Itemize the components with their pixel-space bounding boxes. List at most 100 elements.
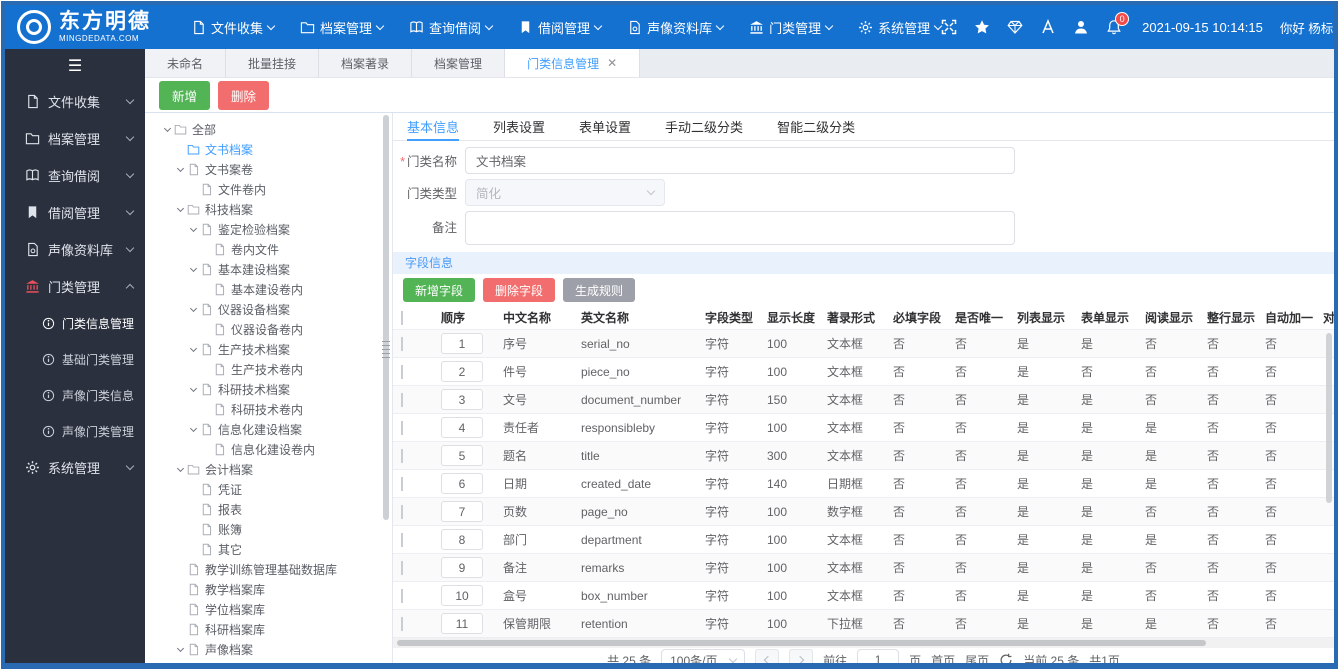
star-icon[interactable] xyxy=(974,19,990,35)
tree-item[interactable]: 卷内文件 xyxy=(145,239,392,259)
tree-item[interactable]: 声像档案 xyxy=(145,639,392,659)
tree-item[interactable]: 鉴定检验档案 xyxy=(145,219,392,239)
tree-item[interactable]: 科研技术档案 xyxy=(145,379,392,399)
prev-page-button[interactable] xyxy=(755,648,780,663)
order-input[interactable]: 1 xyxy=(441,333,483,354)
tree-expand-caret[interactable] xyxy=(174,644,187,652)
row-checkbox[interactable] xyxy=(401,336,403,351)
tree-expand-caret[interactable] xyxy=(187,384,200,392)
row-checkbox[interactable] xyxy=(401,616,403,631)
topbar-menu-media[interactable]: 声像资料库 xyxy=(627,18,725,37)
table-row[interactable]: 10 盒号 box_number 字符 100 文本框 否 否 是 是 否 否 否 xyxy=(393,582,1334,610)
category-type-select[interactable]: 简化 xyxy=(465,179,665,206)
tree-item[interactable]: 账簿 xyxy=(145,519,392,539)
sidebar-item-folder[interactable]: 档案管理 xyxy=(5,120,145,157)
detail-tab[interactable]: 基本信息 xyxy=(407,113,460,141)
tree-item[interactable]: 基本建设卷内 xyxy=(145,279,392,299)
open-tab[interactable]: 档案管理 xyxy=(412,49,506,77)
table-row[interactable]: 6 日期 created_date 字符 140 日期框 否 否 是 是 是 否 否 xyxy=(393,470,1334,498)
user-icon[interactable] xyxy=(1073,19,1089,35)
open-tab[interactable]: 门类信息管理 ✕ xyxy=(505,49,641,77)
column-header[interactable]: 中文名称 xyxy=(495,309,573,326)
column-header[interactable]: 表单显示 xyxy=(1073,309,1137,326)
order-input[interactable]: 8 xyxy=(441,529,483,550)
detail-tab[interactable]: 表单设置 xyxy=(579,113,631,141)
tree-item[interactable]: 报表 xyxy=(145,499,392,519)
column-header[interactable]: 阅读显示 xyxy=(1137,309,1199,326)
tree-item[interactable]: 教学档案库 xyxy=(145,579,392,599)
column-header[interactable]: 对 xyxy=(1315,309,1334,326)
page-number-input[interactable] xyxy=(857,648,900,663)
detail-tab[interactable]: 手动二级分类 xyxy=(665,113,743,141)
refresh-icon[interactable] xyxy=(999,653,1013,667)
tree-item[interactable]: 文书案卷 xyxy=(145,159,392,179)
order-input[interactable]: 7 xyxy=(441,501,483,522)
column-header[interactable]: 列表显示 xyxy=(1009,309,1073,326)
column-header[interactable]: 必填字段 xyxy=(885,309,947,326)
tree-item[interactable]: 生产技术卷内 xyxy=(145,359,392,379)
tree-item[interactable]: 其它 xyxy=(145,539,392,559)
topbar-menu-doc[interactable]: 文件收集 xyxy=(191,18,276,37)
topbar-menu-bookmark[interactable]: 借阅管理 xyxy=(518,18,603,37)
order-input[interactable]: 3 xyxy=(441,389,483,410)
tree-item[interactable]: 声像卷内 xyxy=(145,659,392,664)
tree-expand-caret[interactable] xyxy=(187,344,200,352)
order-input[interactable]: 10 xyxy=(441,585,483,606)
tree-item[interactable]: 科研档案库 xyxy=(145,619,392,639)
tree-expand-caret[interactable] xyxy=(174,464,187,472)
open-tab[interactable]: 未命名 xyxy=(145,49,227,77)
remark-textarea[interactable] xyxy=(465,211,1015,245)
row-checkbox[interactable] xyxy=(401,448,403,463)
column-header[interactable]: 著录形式 xyxy=(819,309,885,326)
delete-button[interactable]: 删除 xyxy=(218,80,270,110)
add-button[interactable]: 新增 xyxy=(159,80,211,110)
tree-item[interactable]: 仪器设备档案 xyxy=(145,299,392,319)
sidebar-collapse-button[interactable]: ☰ xyxy=(5,49,145,83)
order-input[interactable]: 6 xyxy=(441,473,483,494)
row-checkbox[interactable] xyxy=(401,504,403,519)
order-input[interactable]: 4 xyxy=(441,417,483,438)
table-row[interactable]: 3 文号 document_number 字符 150 文本框 否 否 是 是 否 否 否 xyxy=(393,386,1334,414)
tree-item[interactable]: 全部 xyxy=(145,119,392,139)
tree-expand-caret[interactable] xyxy=(161,124,174,132)
detail-tab[interactable]: 智能二级分类 xyxy=(777,113,855,141)
table-scrollbar[interactable] xyxy=(1326,333,1332,503)
last-page-link[interactable]: 尾页 xyxy=(965,652,989,664)
tree-item[interactable]: 仪器设备卷内 xyxy=(145,319,392,339)
tree-item[interactable]: 基本建设档案 xyxy=(145,259,392,279)
tree-item[interactable]: 信息化建设卷内 xyxy=(145,439,392,459)
tree-item[interactable]: 学位档案库 xyxy=(145,599,392,619)
tree-item[interactable]: 凭证 xyxy=(145,479,392,499)
table-row[interactable]: 11 保管期限 retention 字符 100 下拉框 否 否 是 是 是 否 否 xyxy=(393,610,1334,638)
row-checkbox[interactable] xyxy=(401,532,403,547)
tree-item[interactable]: 生产技术档案 xyxy=(145,339,392,359)
sidebar-subitem[interactable]: 声像门类信息 xyxy=(5,377,145,413)
row-checkbox[interactable] xyxy=(401,420,403,435)
tree-expand-caret[interactable] xyxy=(187,264,200,272)
sidebar-subitem[interactable]: 门类信息管理 xyxy=(5,305,145,341)
order-input[interactable]: 2 xyxy=(441,361,483,382)
bell-icon[interactable]: 0 xyxy=(1106,12,1130,35)
column-header[interactable]: 字段类型 xyxy=(697,309,759,326)
column-header[interactable]: 英文名称 xyxy=(573,309,697,326)
fullscreen-icon[interactable] xyxy=(941,19,957,35)
order-input[interactable]: 11 xyxy=(441,613,483,634)
order-input[interactable]: 9 xyxy=(441,557,483,578)
topbar-menu-folder[interactable]: 档案管理 xyxy=(300,18,385,37)
row-checkbox[interactable] xyxy=(401,364,403,379)
table-row[interactable]: 9 备注 remarks 字符 100 文本框 否 否 是 是 否 否 否 xyxy=(393,554,1334,582)
column-header[interactable]: 自动加一 xyxy=(1257,309,1315,326)
sidebar-item-bank[interactable]: 门类管理 xyxy=(5,268,145,305)
sidebar-item-gear[interactable]: 系统管理 xyxy=(5,449,145,486)
table-row[interactable]: 7 页数 page_no 字符 100 数字框 否 否 是 是 否 否 否 xyxy=(393,498,1334,526)
column-header[interactable]: 顺序 xyxy=(433,309,495,326)
table-row[interactable]: 5 题名 title 字符 300 文本框 否 否 是 是 是 否 否 xyxy=(393,442,1334,470)
tree-expand-caret[interactable] xyxy=(187,224,200,232)
fontA-icon[interactable] xyxy=(1040,19,1056,35)
column-header[interactable]: 整行显示 xyxy=(1199,309,1257,326)
sidebar-item-book[interactable]: 查询借阅 xyxy=(5,157,145,194)
page-size-select[interactable]: 100条/页 xyxy=(661,648,746,663)
topbar-menu-gear[interactable]: 系统管理 xyxy=(858,18,943,37)
row-checkbox[interactable] xyxy=(401,392,403,407)
table-row[interactable]: 4 责任者 responsibleby 字符 100 文本框 否 否 是 是 是 否 否 xyxy=(393,414,1334,442)
